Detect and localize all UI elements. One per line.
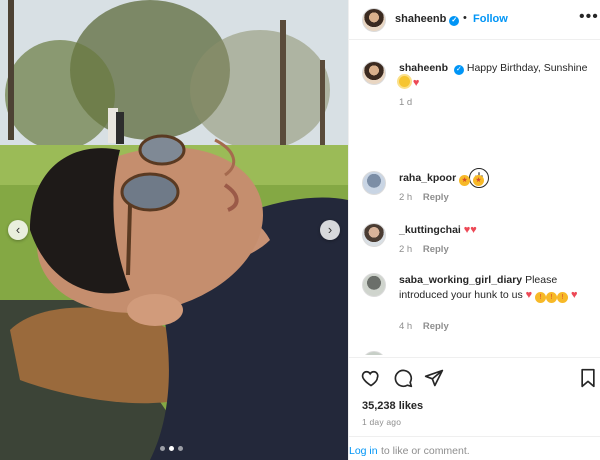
heart-emoji-icon: ♥ [470, 224, 477, 236]
author-username[interactable]: shaheenb ✓ [395, 13, 460, 26]
heart-emoji-icon: ♥ [525, 289, 533, 301]
login-bar: Log in to like or comment. [349, 436, 600, 460]
comment-item: saba_working_girl_diary Please introduce… [349, 271, 600, 337]
carousel-dot [178, 446, 183, 451]
post-date[interactable]: 1 day ago [362, 417, 401, 427]
commenter-avatar[interactable] [362, 171, 386, 195]
star-struck-emoji-icon: ★ [459, 175, 471, 186]
carousel-prev-button[interactable]: ‹ [8, 220, 28, 240]
screaming-emoji-icon: ! [557, 292, 569, 303]
comment-time[interactable]: 4 h [399, 321, 412, 332]
follow-button[interactable]: Follow [473, 13, 508, 25]
reply-button[interactable]: Reply [423, 244, 449, 255]
caption-meta: 1 d [399, 97, 420, 108]
comment-meta: 2 h Reply [399, 244, 457, 255]
comment-meta: 2 h Reply [399, 192, 457, 203]
caption-avatar[interactable] [362, 61, 386, 85]
comment-item-partial [349, 347, 600, 355]
heart-icon[interactable] [361, 368, 381, 393]
post-side-panel: shaheenb ✓ • Follow ••• shaheenb ✓ Happy … [348, 0, 600, 460]
share-icon[interactable] [424, 368, 444, 393]
caption-time[interactable]: 1 d [399, 97, 412, 108]
caption-text: shaheenb ✓ Happy Birthday, Sunshine ♥ [399, 61, 589, 91]
commenter-avatar[interactable] [362, 351, 386, 355]
reply-button[interactable]: Reply [423, 192, 449, 203]
heart-emoji-icon: ♥ [571, 289, 578, 301]
star-struck-emoji-icon: ★ [473, 175, 485, 186]
comment-username[interactable]: saba_working_girl_diary [399, 274, 522, 286]
reply-button[interactable]: Reply [423, 321, 449, 332]
carousel-next-button[interactable]: › [320, 220, 340, 240]
login-prompt-text: to like or comment. [381, 445, 470, 457]
comment-meta: 4 h Reply [399, 321, 457, 332]
comment-time[interactable]: 2 h [399, 244, 412, 255]
caption-body: Happy Birthday, Sunshine [466, 62, 588, 74]
likes-count[interactable]: 35,238 likes [362, 400, 423, 412]
chevron-right-icon: › [327, 222, 333, 237]
caption: shaheenb ✓ Happy Birthday, Sunshine ♥ 1 … [349, 59, 600, 109]
comment-username[interactable]: raha_kpoor [399, 172, 456, 184]
login-link[interactable]: Log in [349, 445, 378, 457]
post-header: shaheenb ✓ • Follow ••• [349, 0, 600, 40]
comment-text: _kuttingchai ♥♥ [399, 223, 589, 238]
post-photo: ‹ › [0, 0, 348, 460]
verified-icon: ✓ [453, 65, 464, 75]
photo-scene [0, 0, 348, 460]
more-icon[interactable]: ••• [579, 8, 599, 26]
comment-item: _kuttingchai ♥♥ 2 h Reply [349, 221, 600, 265]
verified-icon: ✓ [449, 16, 460, 26]
commenter-avatar[interactable] [362, 273, 386, 297]
header-separator: • [463, 12, 467, 24]
screaming-emoji-icon: ! [546, 292, 558, 303]
comment-time[interactable]: 2 h [399, 192, 412, 203]
author-avatar[interactable] [362, 8, 386, 32]
carousel-dot-active [169, 446, 174, 451]
action-bar [349, 357, 600, 397]
screaming-emoji-icon: ! [535, 292, 547, 303]
comment-text: saba_working_girl_diary Please introduce… [399, 273, 594, 303]
comment-text: raha_kpoor ★ ★ [399, 171, 589, 186]
comment-item: raha_kpoor ★ ★ 2 h Reply [349, 169, 600, 213]
caption-username[interactable]: shaheenb [399, 62, 448, 74]
sun-emoji-icon [399, 76, 410, 87]
comment-username[interactable]: _kuttingchai [399, 224, 461, 236]
chevron-left-icon: ‹ [15, 222, 21, 237]
heart-emoji-icon: ♥ [412, 77, 420, 89]
bookmark-icon[interactable] [579, 368, 597, 393]
commenter-avatar[interactable] [362, 223, 386, 247]
carousel-dots [160, 446, 183, 451]
comment-icon[interactable] [393, 368, 413, 393]
carousel-dot [160, 446, 165, 451]
comments-list: shaheenb ✓ Happy Birthday, Sunshine ♥ 1 … [349, 41, 600, 355]
